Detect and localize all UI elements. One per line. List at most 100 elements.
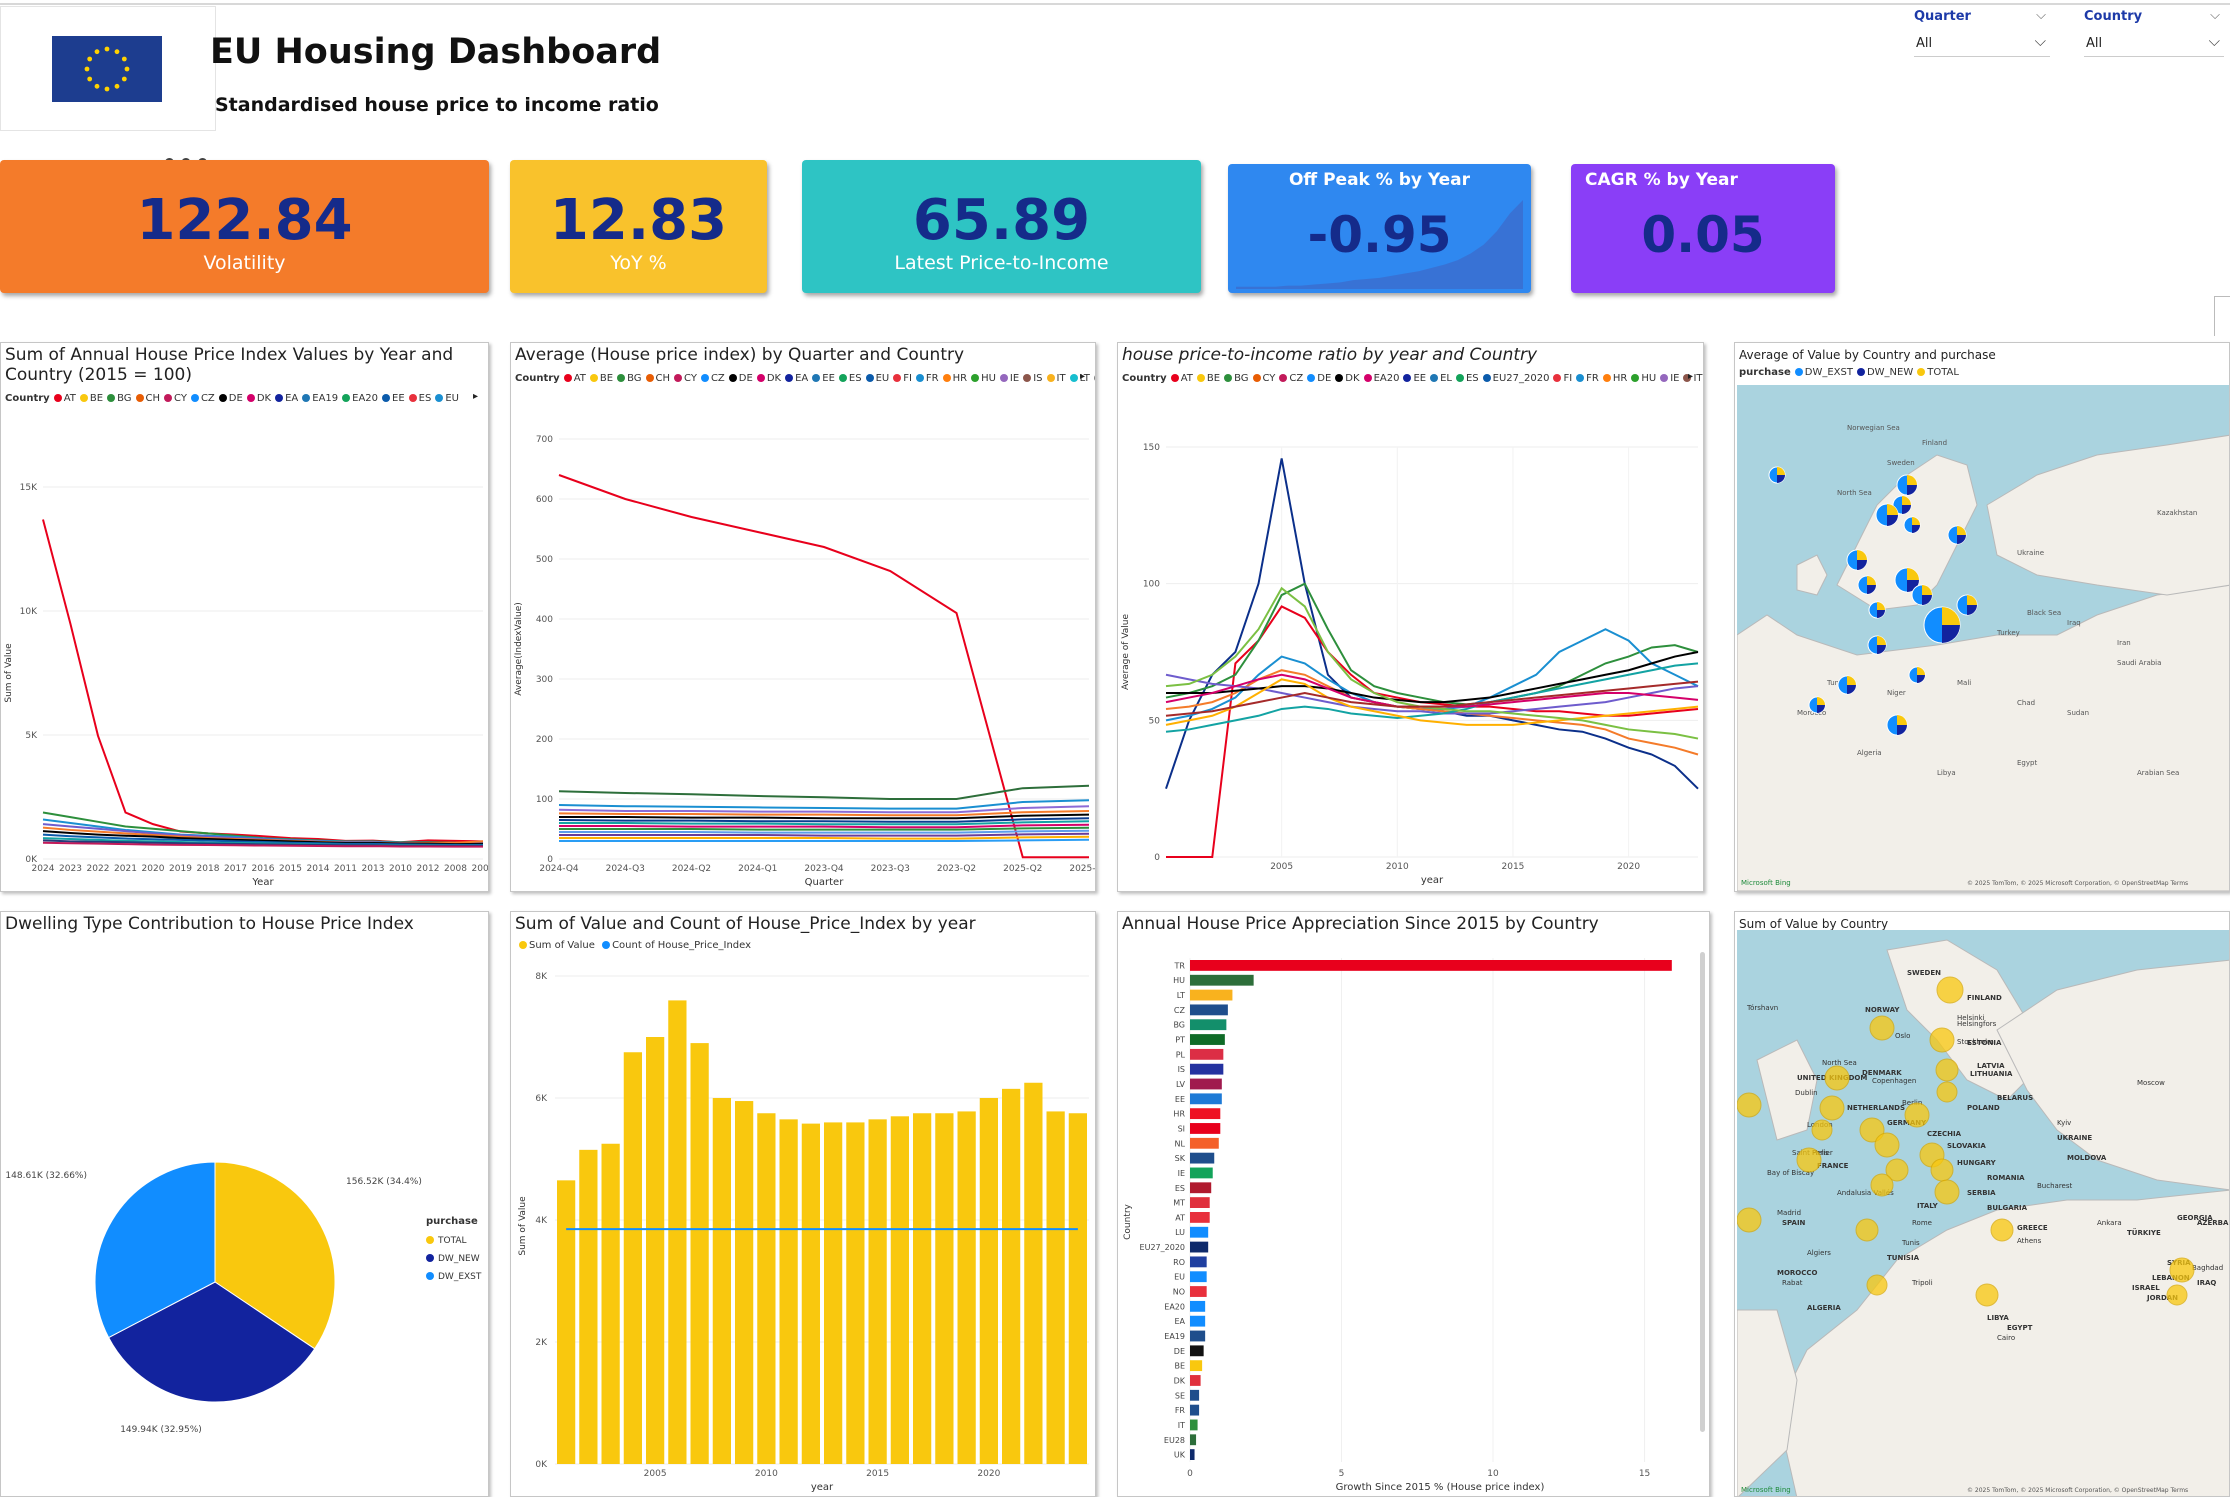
legend-item[interactable]: HR (1613, 373, 1627, 384)
legend-item[interactable]: IT (1057, 373, 1066, 384)
value-bubble (1936, 976, 1964, 1004)
legend-item[interactable]: ES (1466, 373, 1479, 384)
legend-item[interactable]: EA20 (352, 393, 378, 404)
sum-value-by-country-map-panel[interactable]: Sum of Value by Country SWEDEN FINLAND Hel… (1734, 911, 2230, 1497)
legend-item[interactable]: BE (600, 373, 613, 384)
legend-item[interactable]: EU27_2020 (1493, 373, 1550, 384)
bar (1068, 1113, 1087, 1464)
legend-item[interactable]: EA (795, 373, 808, 384)
legend-item[interactable]: DK (767, 373, 781, 384)
legend-scroll-arrow[interactable]: ▸ (1080, 371, 1085, 382)
legend-item[interactable]: AT (64, 393, 76, 404)
legend-item[interactable]: FI (1563, 373, 1572, 384)
map-label: Arabian Sea (2137, 769, 2179, 777)
legend-item[interactable]: TOTAL (1927, 367, 1959, 378)
legend-item[interactable]: DE (739, 373, 753, 384)
legend-item[interactable]: CZ (201, 393, 215, 404)
legend-item[interactable]: IT (1693, 373, 1702, 384)
legend-item[interactable]: DE (1317, 373, 1331, 384)
legend-item[interactable]: BE (1207, 373, 1220, 384)
chevron-down-icon[interactable]: ⌵ (2209, 32, 2220, 50)
legend-item[interactable]: BG (627, 373, 641, 384)
legend-item[interactable]: EU (445, 393, 459, 404)
legend-item[interactable]: DE (229, 393, 243, 404)
legend-scroll-arrow[interactable]: ▸ (1688, 371, 1693, 382)
legend-scroll-arrow[interactable]: ▸ (473, 391, 478, 402)
legend-item[interactable]: IE (1010, 373, 1019, 384)
legend-item[interactable]: IE (1670, 373, 1679, 384)
legend-item[interactable]: FR (1586, 373, 1599, 384)
bar (1190, 1360, 1203, 1372)
legend-item[interactable]: EE (822, 373, 835, 384)
legend-item[interactable]: HU (1641, 373, 1656, 384)
volatility-card[interactable]: 122.84 Volatility (0, 160, 489, 293)
legend-item[interactable]: EA19 (312, 393, 338, 404)
legend-item[interactable]: CY (684, 373, 697, 384)
latest-price-to-income-card[interactable]: 65.89 Latest Price-to-Income (802, 160, 1201, 293)
price-to-income-by-year-panel[interactable]: house price-to-income ratio by year and … (1117, 342, 1704, 892)
legend-item[interactable]: DK (257, 393, 271, 404)
y-tick-label: 5K (25, 731, 38, 741)
legend-item[interactable]: FR (926, 373, 939, 384)
legend-item[interactable]: ES (849, 373, 862, 384)
average-hpi-by-quarter-panel[interactable]: Average (House price index) by Quarter a… (510, 342, 1096, 892)
europe-bubble-map[interactable]: SWEDENFINLANDHelsinkiHelsingforsNORWAYOs… (1737, 930, 2230, 1497)
legend-item[interactable]: DW_NEW (1867, 367, 1913, 378)
cagr-card[interactable]: CAGR % by Year 0.05 (1571, 164, 1835, 293)
legend-item[interactable]: HU (981, 373, 996, 384)
yoy-card[interactable]: 12.83 YoY % (510, 160, 767, 293)
quarter-slicer-value[interactable]: All (1916, 36, 1932, 51)
off-peak-card[interactable]: Off Peak % by Year -0.95 (1228, 164, 1531, 293)
legend-item[interactable]: CZ (711, 373, 725, 384)
bar (1190, 989, 1233, 1001)
legend-dot (1455, 374, 1464, 382)
country-slicer-value[interactable]: All (2086, 36, 2102, 51)
scrollbar[interactable] (1700, 952, 1705, 1432)
quarter-slicer[interactable]: Quarter ⌵ All ⌵ (1914, 6, 2050, 57)
legend-item[interactable]: CY (1263, 373, 1276, 384)
legend-item[interactable]: EL (1440, 373, 1452, 384)
legend-item[interactable]: CH (146, 393, 161, 404)
legend-item[interactable]: CY (174, 393, 187, 404)
legend-item[interactable]: EA (285, 393, 298, 404)
legend-item[interactable]: DK (1345, 373, 1359, 384)
legend-item[interactable]: AT (1181, 373, 1193, 384)
map-label: Baghdad (2192, 1264, 2223, 1272)
legend-item[interactable]: CH (656, 373, 671, 384)
legend-dot (915, 374, 924, 382)
legend-item[interactable]: EA20 (1374, 373, 1400, 384)
bar (1190, 1197, 1210, 1208)
legend-item[interactable]: CZ (1289, 373, 1303, 384)
map-label: Tórshavn (1746, 1004, 1778, 1012)
legend-item[interactable]: HR (953, 373, 967, 384)
legend-item[interactable]: FI (903, 373, 912, 384)
pie-marker-slice (1877, 636, 1886, 645)
sum-and-count-by-year-panel[interactable]: Sum of Value and Count of House_Price_In… (510, 911, 1096, 1497)
legend-item[interactable]: IS (1033, 373, 1042, 384)
legend-item[interactable]: AT (574, 373, 586, 384)
legend-item[interactable]: EU (876, 373, 890, 384)
map-label: POLAND (1967, 1104, 2000, 1112)
country-slicer[interactable]: Country ⌵ All ⌵ (2084, 6, 2224, 57)
bar (1190, 1300, 1206, 1312)
chevron-down-icon[interactable]: ⌵ (2035, 32, 2046, 50)
chevron-down-icon[interactable]: ⌵ (2036, 8, 2046, 23)
legend-dot (53, 394, 62, 402)
house-price-index-by-year-panel[interactable]: Sum of Annual House Price Index Values b… (0, 342, 489, 892)
dwelling-type-contribution-panel[interactable]: Dwelling Type Contribution to House Pric… (0, 911, 489, 1497)
europe-pie-map[interactable]: Norwegian SeaNorth SeaSwedenFinlandTunis… (1737, 385, 2230, 891)
land-shape (1796, 554, 1828, 596)
legend-item[interactable]: BG (1234, 373, 1248, 384)
legend-item[interactable]: EE (392, 393, 405, 404)
legend-item[interactable]: DW_EXST (1805, 367, 1853, 378)
legend-item[interactable]: ES (419, 393, 432, 404)
legend-item[interactable]: BG (117, 393, 131, 404)
value-bubble (1990, 1218, 2014, 1242)
legend-item[interactable]: EE (1413, 373, 1426, 384)
map-label: NETHERLANDS (1847, 1104, 1905, 1112)
chevron-down-icon[interactable]: ⌵ (2210, 8, 2220, 23)
legend-dot (107, 394, 116, 402)
appreciation-since-2015-panel[interactable]: Annual House Price Appreciation Since 20… (1117, 911, 1710, 1497)
legend-item[interactable]: BE (90, 393, 103, 404)
avg-value-by-country-purchase-map-panel[interactable]: Average of Value by Country and purchase… (1734, 342, 2230, 892)
